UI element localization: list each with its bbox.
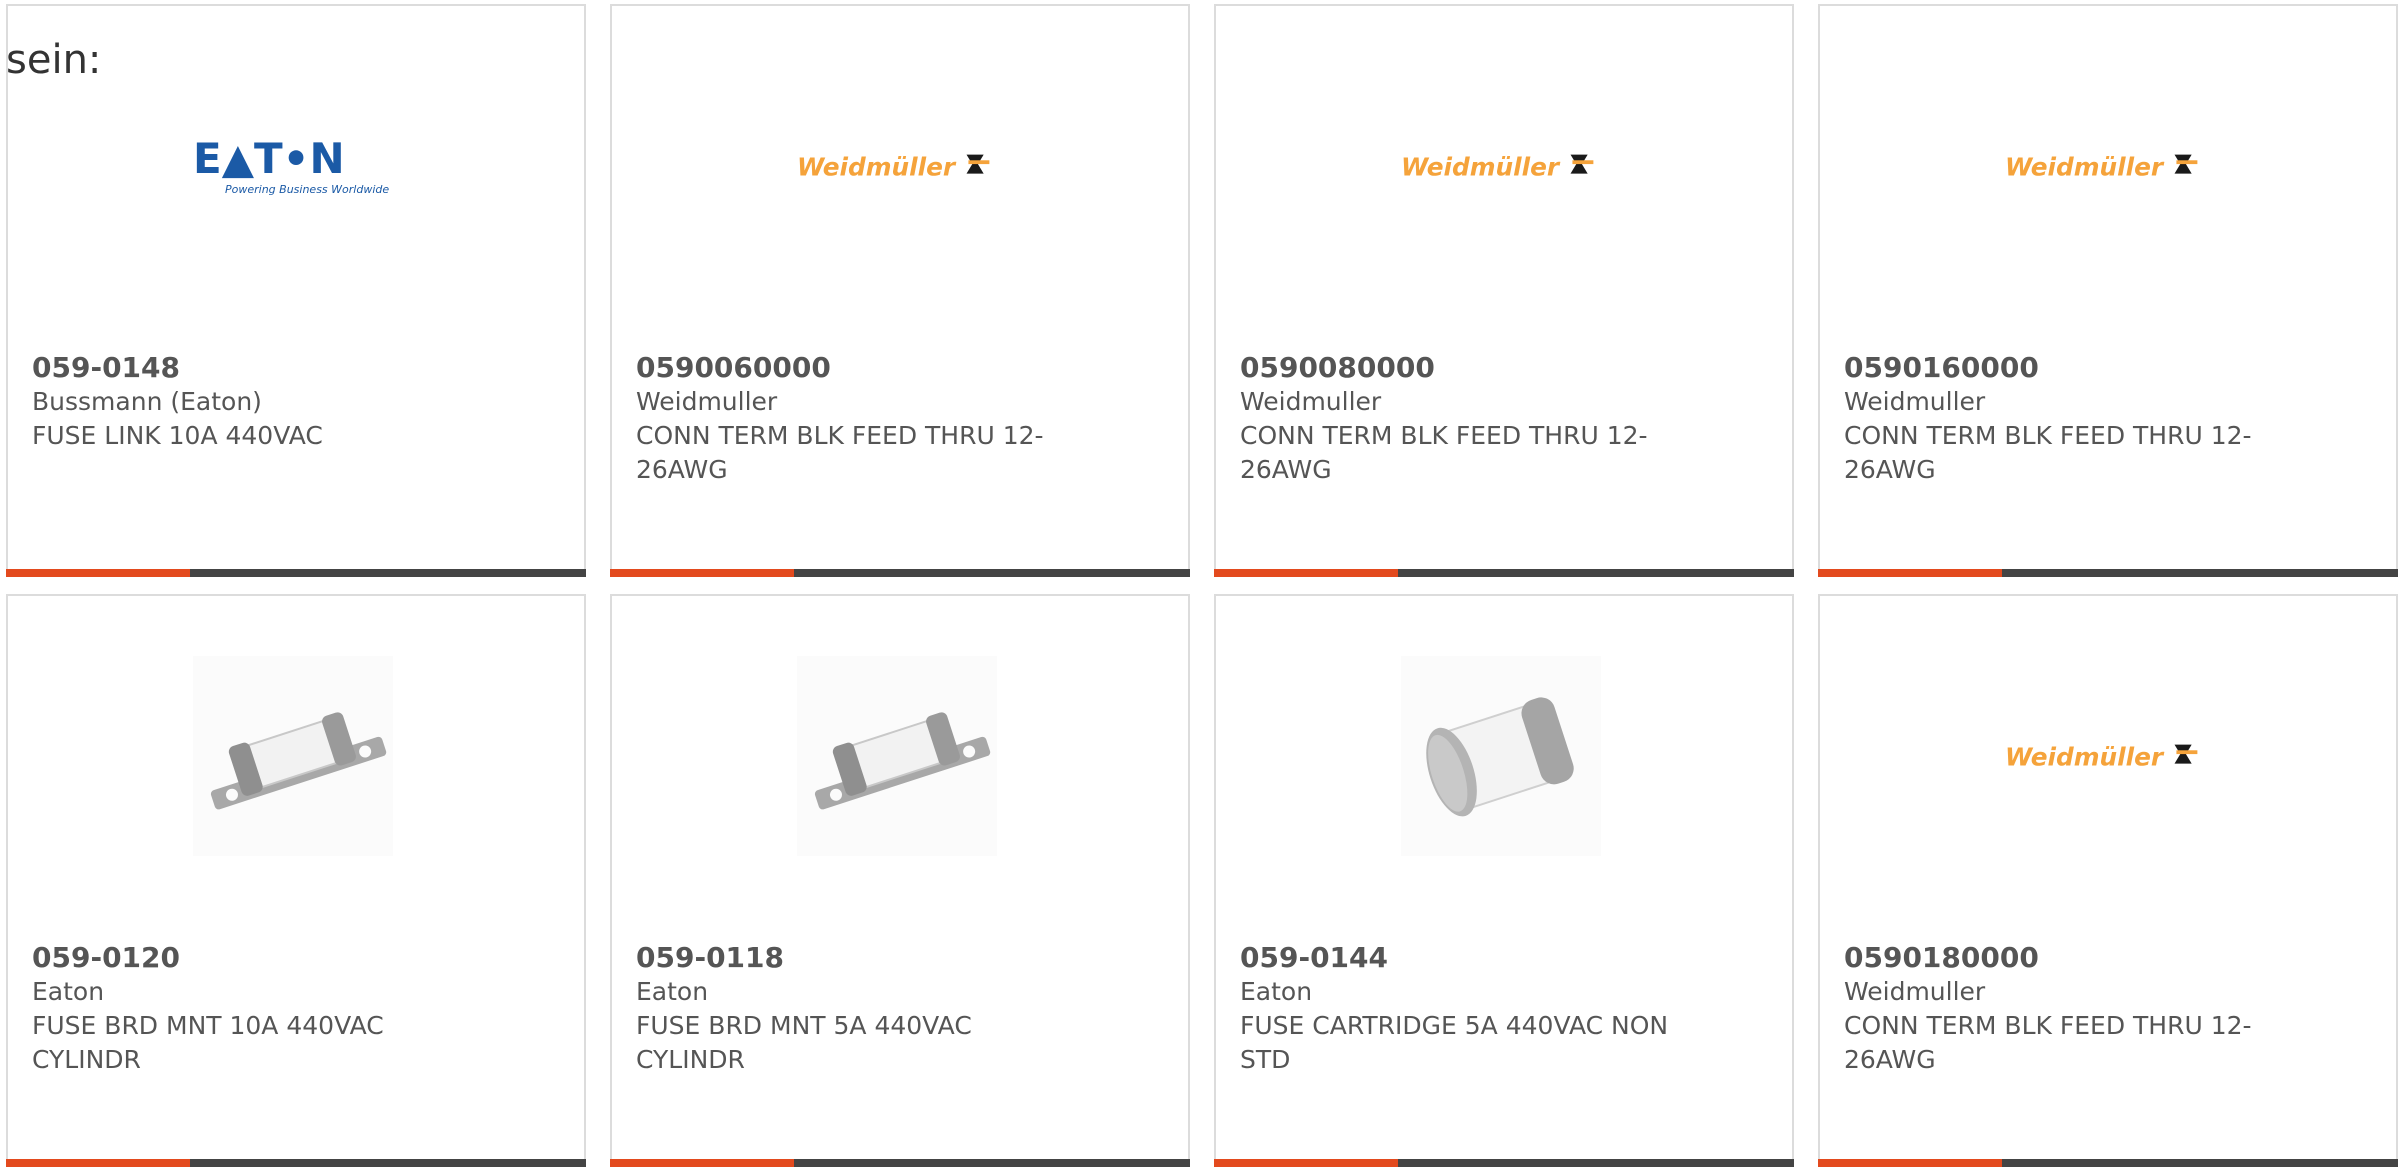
intro-text: sein: xyxy=(6,37,102,83)
svg-text:Weidmüller: Weidmüller xyxy=(2005,743,2165,772)
product-card[interactable]: Weidmüller 0590160000 Weidmuller CONN TE… xyxy=(1818,4,2398,577)
card-accent-bar xyxy=(6,569,586,577)
manufacturer: Eaton xyxy=(1240,977,1313,1006)
svg-text:E▲T•N: E▲T•N xyxy=(193,134,345,183)
bolted-fuse-icon xyxy=(797,656,997,856)
weidmuller-logo: Weidmüller xyxy=(1401,66,1601,266)
card-accent-bar xyxy=(610,1159,1190,1167)
product-card[interactable]: Weidmüller 0590060000 Weidmuller CONN TE… xyxy=(610,4,1190,577)
part-number[interactable]: 0590080000 xyxy=(1240,351,1680,385)
product-card[interactable]: Weidmüller 0590180000 Weidmuller CONN TE… xyxy=(1818,594,2398,1167)
svg-text:Weidmüller: Weidmüller xyxy=(797,153,957,182)
product-description: CONN TERM BLK FEED THRU 12-26AWG xyxy=(1844,1011,2252,1074)
svg-text:Weidmüller: Weidmüller xyxy=(1401,153,1561,182)
part-number[interactable]: 059-0120 xyxy=(32,941,472,975)
product-card[interactable]: 059-0144 Eaton FUSE CARTRIDGE 5A 440VAC … xyxy=(1214,594,1794,1167)
cartridge-fuse-icon xyxy=(1401,656,1601,856)
card-accent-bar xyxy=(1818,1159,2398,1167)
manufacturer: Bussmann (Eaton) xyxy=(32,387,262,416)
manufacturer: Weidmuller xyxy=(1844,387,1986,416)
manufacturer: Eaton xyxy=(32,977,105,1006)
part-number[interactable]: 059-0144 xyxy=(1240,941,1680,975)
part-number[interactable]: 0590060000 xyxy=(636,351,1076,385)
part-number[interactable]: 059-0118 xyxy=(636,941,1076,975)
product-description: CONN TERM BLK FEED THRU 12-26AWG xyxy=(1844,421,2252,484)
weidmuller-logo: Weidmüller xyxy=(2005,66,2205,266)
card-accent-bar xyxy=(610,569,1190,577)
part-number[interactable]: 059-0148 xyxy=(32,351,472,385)
product-grid: E▲T•N Powering Business Worldwide 059-01… xyxy=(6,4,2398,1167)
manufacturer: Weidmuller xyxy=(1844,977,1986,1006)
svg-text:Weidmüller: Weidmüller xyxy=(2005,153,2165,182)
bolted-fuse-icon xyxy=(193,656,393,856)
product-description: FUSE BRD MNT 10A 440VAC CYLINDR xyxy=(32,1011,384,1074)
weidmuller-logo: Weidmüller xyxy=(2005,656,2205,856)
manufacturer: Weidmuller xyxy=(636,387,778,416)
card-accent-bar xyxy=(6,1159,586,1167)
manufacturer: Eaton xyxy=(636,977,709,1006)
weidmuller-logo: Weidmüller xyxy=(797,66,997,266)
product-card[interactable]: 059-0118 Eaton FUSE BRD MNT 5A 440VAC CY… xyxy=(610,594,1190,1167)
card-accent-bar xyxy=(1818,569,2398,577)
product-card[interactable]: 059-0120 Eaton FUSE BRD MNT 10A 440VAC C… xyxy=(6,594,586,1167)
product-description: FUSE LINK 10A 440VAC xyxy=(32,421,323,450)
product-card[interactable]: E▲T•N Powering Business Worldwide 059-01… xyxy=(6,4,586,577)
product-description: CONN TERM BLK FEED THRU 12-26AWG xyxy=(636,421,1044,484)
product-description: CONN TERM BLK FEED THRU 12-26AWG xyxy=(1240,421,1648,484)
product-description: FUSE BRD MNT 5A 440VAC CYLINDR xyxy=(636,1011,972,1074)
product-card[interactable]: Weidmüller 0590080000 Weidmuller CONN TE… xyxy=(1214,4,1794,577)
product-description: FUSE CARTRIDGE 5A 440VAC NON STD xyxy=(1240,1011,1669,1074)
card-accent-bar xyxy=(1214,1159,1794,1167)
part-number[interactable]: 0590160000 xyxy=(1844,351,2284,385)
svg-text:Powering Business Worldwide: Powering Business Worldwide xyxy=(225,183,389,196)
part-number[interactable]: 0590180000 xyxy=(1844,941,2284,975)
card-accent-bar xyxy=(1214,569,1794,577)
manufacturer: Weidmuller xyxy=(1240,387,1382,416)
eaton-logo: E▲T•N Powering Business Worldwide xyxy=(193,66,393,266)
